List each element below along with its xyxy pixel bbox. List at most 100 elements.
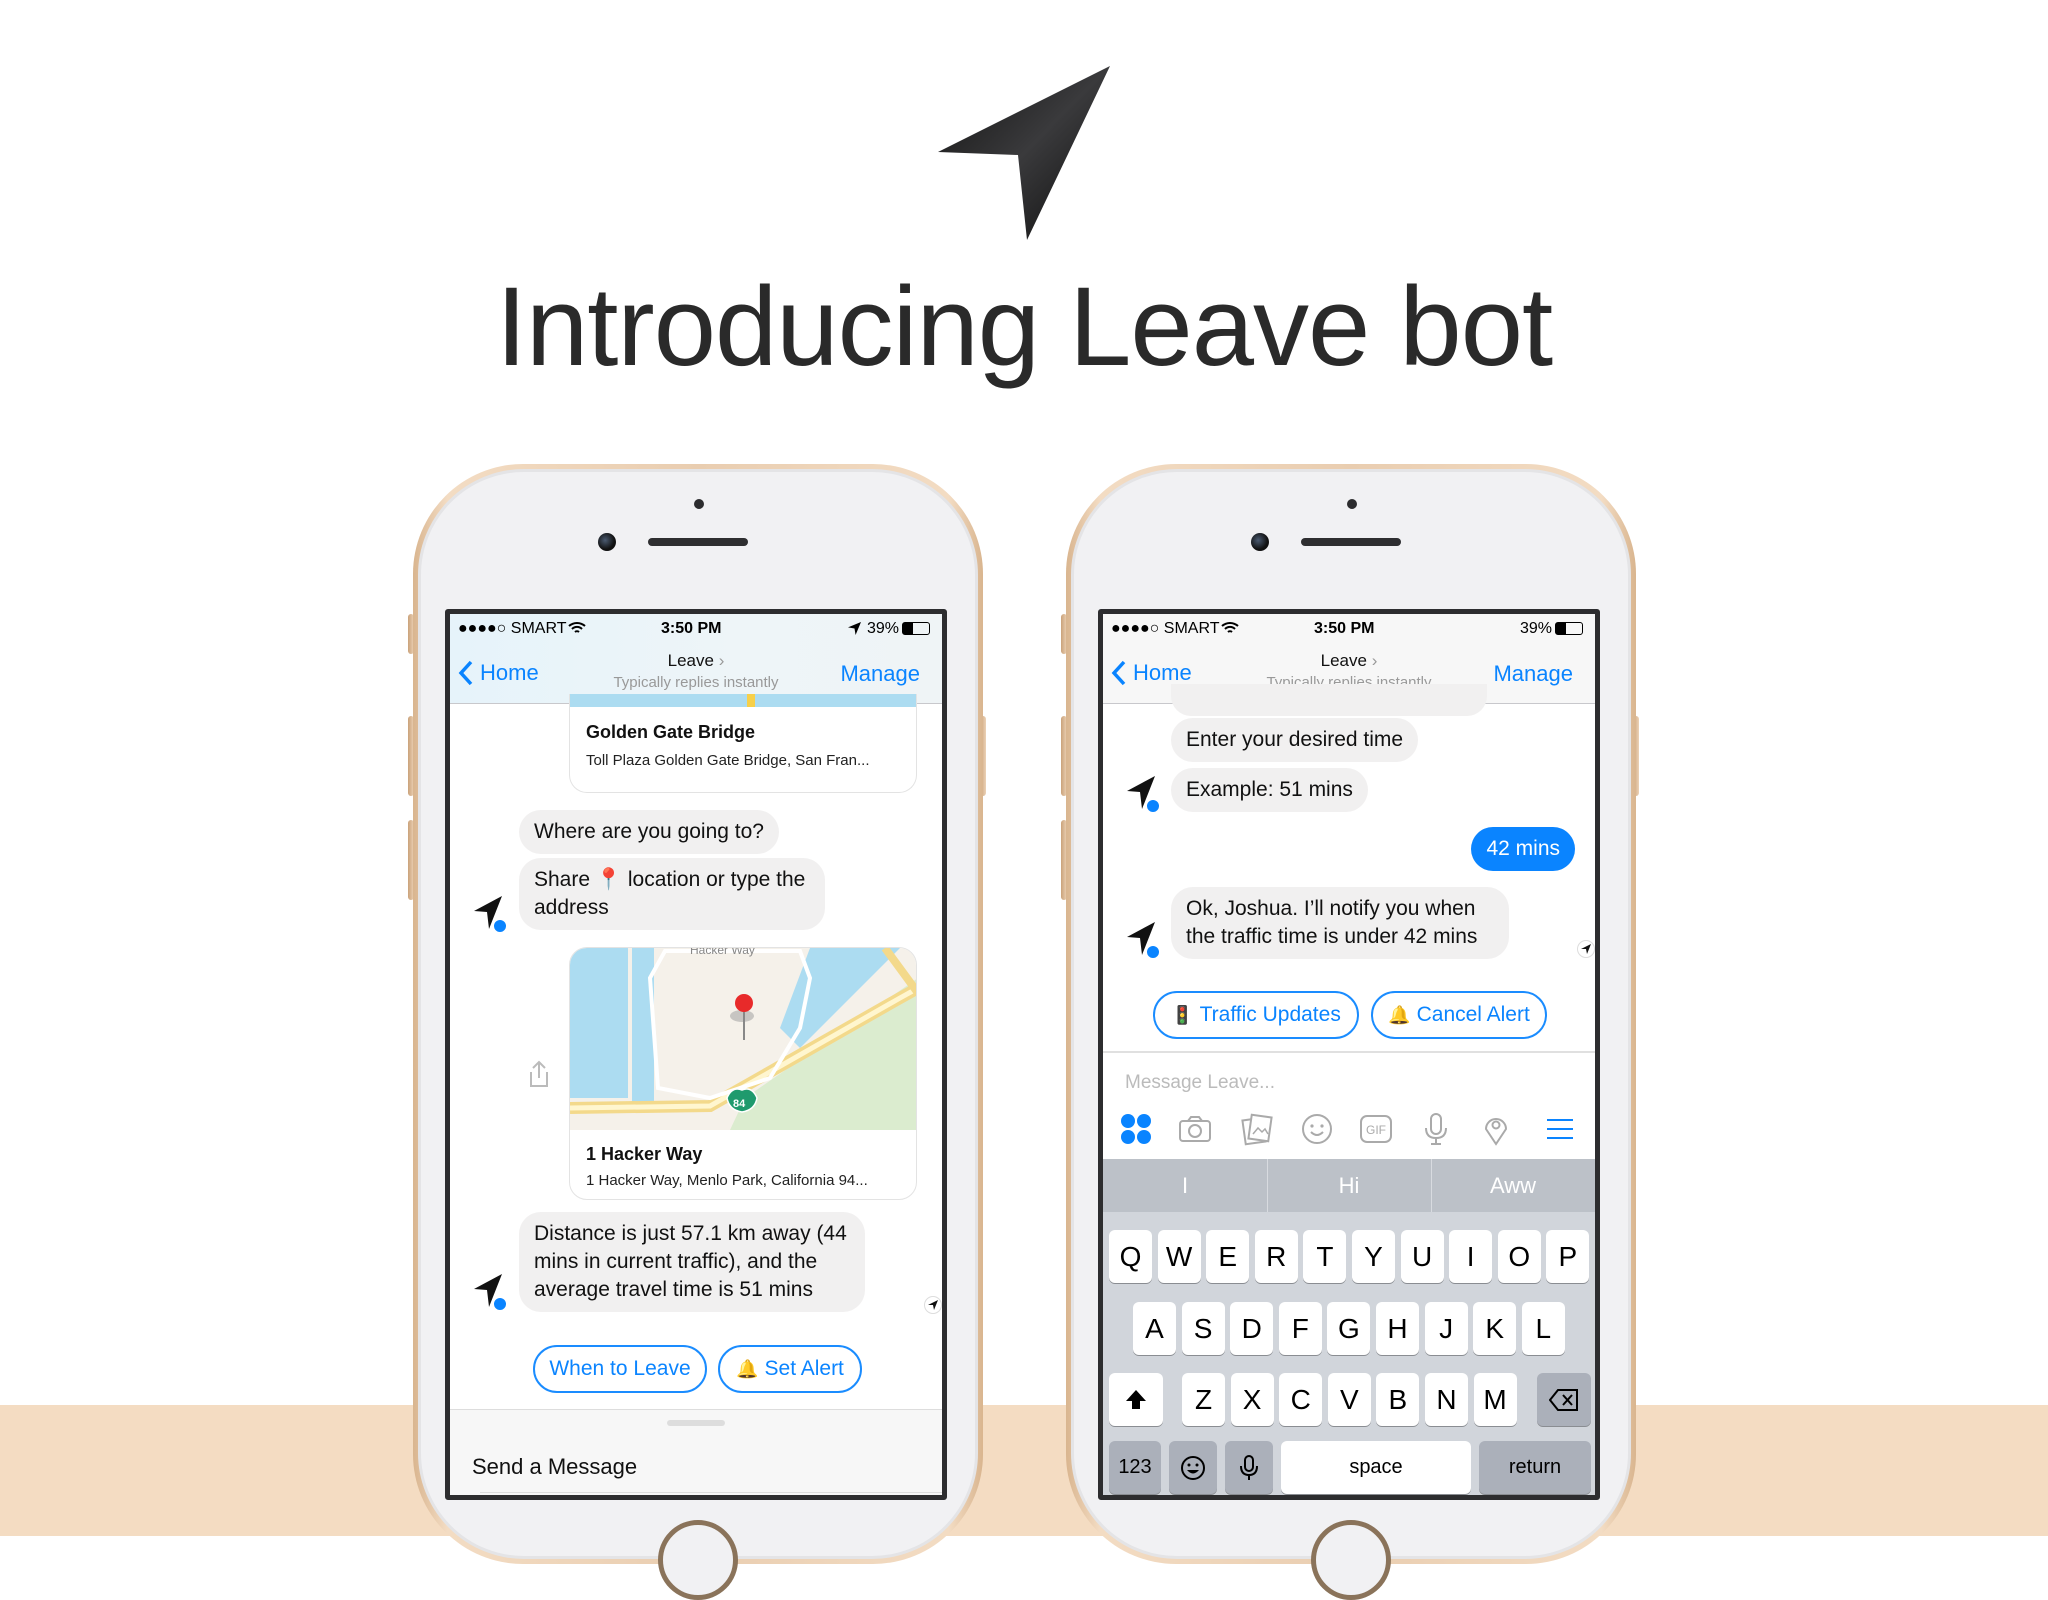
numbers-key[interactable]: 123 [1109,1441,1161,1494]
space-key[interactable]: space [1281,1441,1471,1494]
chevron-right-icon: › [1371,651,1378,670]
key-p[interactable]: P [1546,1230,1590,1283]
card-address: 1 Hacker Way, Menlo Park, California 94.… [586,1172,868,1189]
key-z[interactable]: Z [1182,1373,1225,1426]
quick-reply-set-alert[interactable]: 🔔 Set Alert [718,1345,862,1393]
microphone-icon[interactable] [1419,1112,1453,1146]
key-k[interactable]: K [1473,1302,1517,1355]
key-a[interactable]: A [1133,1302,1176,1355]
read-receipt-icon [1577,940,1595,958]
wifi-icon [568,622,586,633]
bot-message: Enter your desired time [1171,718,1419,762]
messenger-badge-icon [492,1296,508,1312]
key-b[interactable]: B [1376,1373,1420,1426]
quick-reply-when-to-leave[interactable]: When to Leave [533,1345,707,1393]
bot-avatar [1125,920,1165,964]
bot-message: Example: 51 mins [1171,768,1368,812]
dictation-key[interactable] [1225,1441,1273,1494]
key-o[interactable]: O [1497,1230,1541,1283]
front-camera [598,533,616,551]
key-t[interactable]: T [1303,1230,1347,1283]
page-title: Introducing Leave bot [495,264,1553,389]
proximity-sensor [1347,499,1357,509]
key-m[interactable]: M [1473,1373,1517,1426]
suggestion-divider [1267,1159,1268,1212]
delete-key[interactable] [1537,1373,1591,1426]
bot-message: Ok, Joshua. I’ll notify you when the tra… [1171,887,1509,959]
leave-logo-arrow-icon [938,66,1110,240]
key-g[interactable]: G [1327,1302,1371,1355]
key-l[interactable]: L [1521,1302,1565,1355]
quick-reply-cancel-alert[interactable]: 🔔 Cancel Alert [1371,991,1547,1039]
key-y[interactable]: Y [1352,1230,1395,1283]
card-title: 1 Hacker Way [586,1144,703,1164]
read-receipt-icon [924,1296,942,1314]
quick-reply-traffic-updates[interactable]: 🚦 Traffic Updates [1153,991,1359,1039]
camera-icon[interactable] [1178,1112,1212,1146]
key-u[interactable]: U [1400,1230,1444,1283]
right-phone-screen: ●●●●○ SMART 3:50 PM 39% Home Leave › Typ… [1098,609,1600,1500]
return-key[interactable]: return [1479,1441,1591,1494]
location-card-golden-gate[interactable]: Golden Gate Bridge Toll Plaza Golden Gat… [569,694,917,793]
svg-text:84: 84 [733,1098,746,1110]
key-s[interactable]: S [1181,1302,1225,1355]
home-button[interactable] [658,1520,738,1600]
smiley-icon[interactable] [1300,1112,1334,1146]
key-c[interactable]: C [1279,1373,1323,1426]
keyboard: I Hi Aww Q W E R T Y U I O P A S D F G H J K L Z X C V B N M 123 space… [1103,1159,1595,1495]
chevron-right-icon: › [718,651,725,670]
key-e[interactable]: E [1206,1230,1250,1283]
card-title: Golden Gate Bridge [586,722,756,742]
key-r[interactable]: R [1254,1230,1298,1283]
menu-icon[interactable] [1543,1112,1577,1146]
bell-icon: 🔔 [1388,1004,1411,1025]
key-x[interactable]: X [1230,1373,1274,1426]
gif-icon[interactable]: GIF [1359,1112,1393,1146]
traffic-light-icon: 🚦 [1171,1004,1194,1025]
carrier: ●●●●○ SMART [458,620,567,637]
drag-handle[interactable] [667,1420,725,1426]
suggestion-i[interactable]: I [1103,1159,1267,1212]
bot-avatar [472,1272,512,1316]
earpiece-speaker [1301,538,1401,546]
pin-emoji-icon: 📍 [595,868,623,891]
manage-button[interactable]: Manage [1493,661,1573,687]
key-d[interactable]: D [1230,1302,1274,1355]
message-input[interactable]: Message Leave... [1125,1072,1275,1094]
location-services-icon [848,622,861,635]
bot-message: Share 📍 location or type the address [519,858,825,930]
share-icon[interactable] [527,1060,551,1093]
key-v[interactable]: V [1327,1373,1371,1426]
suggestion-divider [1431,1159,1432,1212]
key-n[interactable]: N [1425,1373,1468,1426]
divider [1103,1051,1595,1053]
suggestion-hi[interactable]: Hi [1267,1159,1431,1212]
emoji-icon [1181,1455,1205,1480]
bot-message: Distance is just 57.1 km away (44 mins i… [519,1212,865,1312]
svg-text:GIF: GIF [1366,1123,1386,1137]
clock: 3:50 PM [1314,620,1375,637]
map-thumbnail: Hacker Way 84 [570,948,916,1130]
key-q[interactable]: Q [1109,1230,1152,1283]
key-i[interactable]: I [1449,1230,1493,1283]
location-pin-icon[interactable] [1479,1112,1513,1146]
gallery-icon[interactable] [1240,1112,1274,1146]
card-address: Toll Plaza Golden Gate Bridge, San Fran.… [586,752,870,769]
divider [480,1492,942,1493]
key-f[interactable]: F [1278,1302,1322,1355]
send-message-input[interactable]: Send a Message [472,1454,637,1480]
key-h[interactable]: H [1376,1302,1419,1355]
suggestion-aww[interactable]: Aww [1431,1159,1595,1212]
previous-bot-message [1171,684,1487,716]
shift-key[interactable] [1109,1373,1163,1426]
home-button[interactable] [1311,1520,1391,1600]
emoji-key[interactable] [1169,1441,1217,1494]
manage-button[interactable]: Manage [840,661,920,687]
emoji-grid-icon[interactable] [1119,1112,1153,1146]
location-card-hacker-way[interactable]: Hacker Way 84 1 Hacker Way 1 Hacker Way,… [569,947,917,1200]
bell-icon: 🔔 [736,1358,759,1379]
key-w[interactable]: W [1157,1230,1201,1283]
chat-title-label: Leave [1320,651,1367,670]
key-j[interactable]: J [1424,1302,1468,1355]
svg-text:Hacker Way: Hacker Way [690,948,755,957]
